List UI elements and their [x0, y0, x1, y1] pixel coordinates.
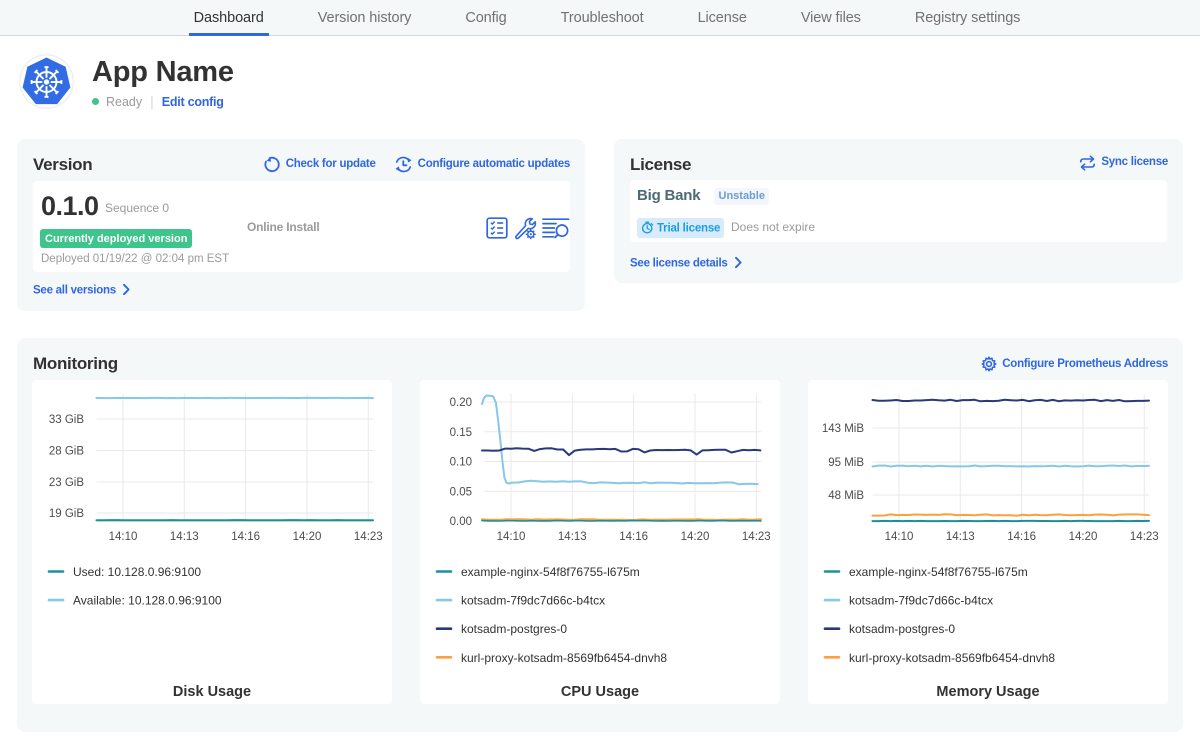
- svg-text:14:20: 14:20: [1069, 531, 1098, 543]
- svg-text:kotsadm-7f9dc7d66c-b4tcx: kotsadm-7f9dc7d66c-b4tcx: [461, 594, 605, 608]
- svg-text:example-nginx-54f8f76755-l675m: example-nginx-54f8f76755-l675m: [461, 565, 640, 579]
- svg-text:example-nginx-54f8f76755-l675m: example-nginx-54f8f76755-l675m: [849, 565, 1028, 579]
- svg-text:14:13: 14:13: [558, 531, 587, 543]
- svg-text:14:10: 14:10: [109, 531, 138, 543]
- svg-text:0.15: 0.15: [450, 427, 472, 439]
- svg-text:0.05: 0.05: [450, 486, 472, 498]
- svg-text:kotsadm-postgres-0: kotsadm-postgres-0: [461, 622, 567, 636]
- svg-text:Disk Usage: Disk Usage: [173, 684, 251, 700]
- svg-text:14:20: 14:20: [681, 531, 710, 543]
- svg-text:kotsadm-7f9dc7d66c-b4tcx: kotsadm-7f9dc7d66c-b4tcx: [849, 594, 993, 608]
- svg-text:19 GiB: 19 GiB: [49, 508, 84, 520]
- svg-text:95 MiB: 95 MiB: [828, 457, 864, 469]
- svg-text:Used: 10.128.0.96:9100: Used: 10.128.0.96:9100: [73, 565, 201, 579]
- svg-text:14:16: 14:16: [619, 531, 648, 543]
- svg-text:CPU Usage: CPU Usage: [561, 684, 639, 700]
- svg-text:23 GiB: 23 GiB: [49, 477, 84, 489]
- svg-text:48 MiB: 48 MiB: [828, 490, 864, 502]
- svg-text:kurl-proxy-kotsadm-8569fb6454-: kurl-proxy-kotsadm-8569fb6454-dnvh8: [849, 651, 1055, 665]
- svg-text:28 GiB: 28 GiB: [49, 446, 84, 458]
- svg-text:Memory Usage: Memory Usage: [936, 684, 1039, 700]
- svg-text:0.00: 0.00: [450, 516, 472, 528]
- svg-text:kotsadm-postgres-0: kotsadm-postgres-0: [849, 622, 955, 636]
- svg-text:0.10: 0.10: [450, 457, 472, 469]
- svg-text:0.20: 0.20: [450, 397, 472, 409]
- svg-text:14:16: 14:16: [1007, 531, 1036, 543]
- svg-text:143 MiB: 143 MiB: [822, 423, 865, 435]
- svg-text:14:23: 14:23: [354, 531, 383, 543]
- svg-text:14:23: 14:23: [1130, 531, 1159, 543]
- svg-text:14:13: 14:13: [946, 531, 975, 543]
- svg-text:33 GiB: 33 GiB: [49, 414, 84, 426]
- svg-text:14:20: 14:20: [293, 531, 322, 543]
- svg-text:Available: 10.128.0.96:9100: Available: 10.128.0.96:9100: [73, 594, 222, 608]
- svg-text:14:23: 14:23: [742, 531, 771, 543]
- svg-text:kurl-proxy-kotsadm-8569fb6454-: kurl-proxy-kotsadm-8569fb6454-dnvh8: [461, 651, 667, 665]
- svg-text:14:10: 14:10: [885, 531, 914, 543]
- svg-text:14:16: 14:16: [231, 531, 260, 543]
- svg-text:14:10: 14:10: [497, 531, 526, 543]
- svg-text:14:13: 14:13: [170, 531, 199, 543]
